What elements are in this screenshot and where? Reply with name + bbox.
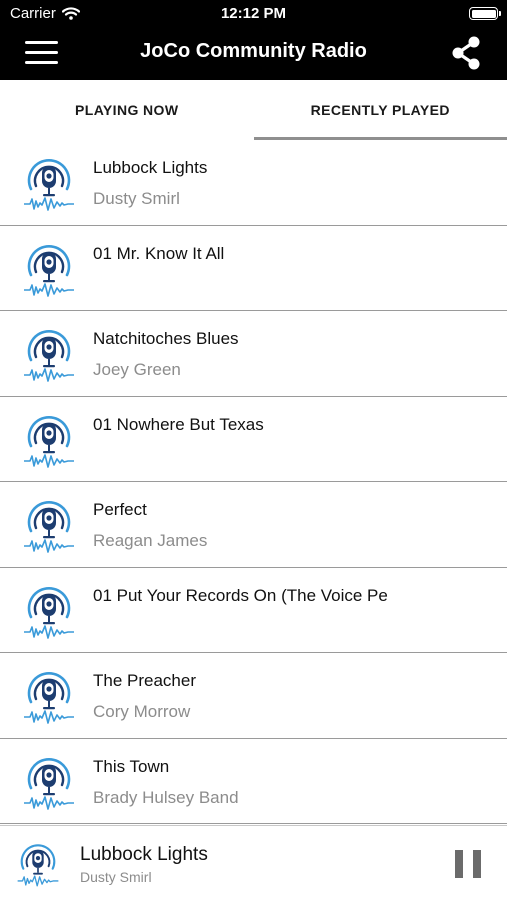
track-title: Lubbock Lights xyxy=(93,158,208,177)
now-playing-bar[interactable]: Lubbock Lights Dusty Smirl xyxy=(0,825,507,900)
station-logo-icon xyxy=(22,751,76,811)
tab-bar: PLAYING NOW RECENTLY PLAYED xyxy=(0,80,507,140)
status-bar: Carrier 12:12 PM xyxy=(0,0,507,28)
share-icon[interactable] xyxy=(447,34,485,72)
track-title: 01 Mr. Know It All xyxy=(93,243,225,263)
station-logo-icon xyxy=(22,238,76,298)
track-row[interactable]: This Town Brady Hulsey Band xyxy=(0,738,507,824)
menu-icon[interactable] xyxy=(20,38,64,68)
track-artist: Brady Hulsey Band xyxy=(93,787,239,807)
track-artist: Dusty Smirl xyxy=(93,189,180,208)
track-title: Perfect xyxy=(93,500,147,519)
station-logo-icon xyxy=(22,409,76,469)
track-row[interactable]: 01 Mr. Know It All xyxy=(0,225,507,311)
now-playing-title: Lubbock Lights xyxy=(80,844,208,865)
recently-played-list: Lubbock Lights Dusty Smirl 01 Mr. Know I… xyxy=(0,140,507,825)
track-row[interactable]: Lubbock Lights Dusty Smirl xyxy=(0,140,507,226)
tab-recently-played[interactable]: RECENTLY PLAYED xyxy=(253,80,507,140)
track-artist: Reagan James xyxy=(93,531,208,550)
track-title: 01 Put Your Records On (The Voice Pe xyxy=(93,585,388,605)
station-logo-icon xyxy=(22,580,76,640)
battery-icon xyxy=(469,7,501,20)
tab-playing-now[interactable]: PLAYING NOW xyxy=(0,80,254,140)
track-title: 01 Nowhere But Texas xyxy=(93,414,264,434)
app-title: JoCo Community Radio xyxy=(140,40,367,62)
track-row[interactable]: Perfect Reagan James xyxy=(0,482,507,568)
track-row[interactable]: Natchitoches Blues Joey Green xyxy=(0,311,507,397)
station-logo-icon xyxy=(22,665,76,725)
now-playing-artist: Dusty Smirl xyxy=(80,869,152,885)
station-logo-icon xyxy=(16,838,60,888)
station-logo-icon xyxy=(22,494,76,554)
nav-bar: JoCo Community Radio xyxy=(0,28,507,80)
status-time: 12:12 PM xyxy=(220,5,287,22)
track-title: Natchitoches Blues xyxy=(93,329,239,348)
station-logo-icon xyxy=(22,323,76,383)
pause-icon[interactable] xyxy=(455,850,481,878)
track-artist: Joey Green xyxy=(93,360,181,379)
track-title: The Preacher xyxy=(93,671,196,690)
track-artist: Cory Morrow xyxy=(93,702,191,721)
station-logo-icon xyxy=(22,152,76,212)
track-row[interactable]: 01 Nowhere But Texas xyxy=(0,396,507,482)
track-row[interactable]: 01 Put Your Records On (The Voice Pe xyxy=(0,567,507,653)
track-title: This Town xyxy=(93,756,170,776)
track-row[interactable]: The Preacher Cory Morrow xyxy=(0,653,507,739)
app-header: Carrier 12:12 PM JoCo Community Radio xyxy=(0,0,507,80)
